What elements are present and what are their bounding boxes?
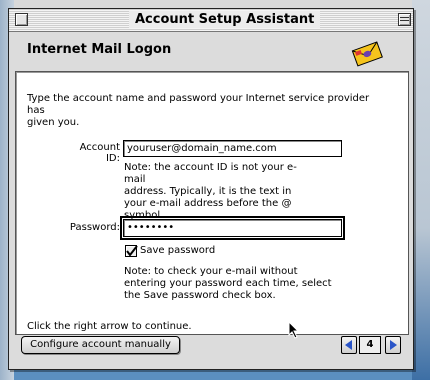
intro-text: Type the account name and password your … — [27, 93, 370, 128]
password-field[interactable]: •••••••• — [120, 216, 345, 240]
save-password-checkbox[interactable] — [125, 245, 138, 257]
previous-arrow-icon[interactable] — [341, 336, 357, 354]
window-title: Account Setup Assistant — [129, 11, 321, 28]
continue-instruction: Click the right arrow to continue. — [27, 321, 192, 332]
page-navigation: 4 — [341, 336, 401, 354]
setup-assistant-window: Account Setup Assistant Internet Mail Lo… — [8, 8, 414, 370]
next-arrow-icon[interactable] — [385, 336, 401, 354]
content-panel: Type the account name and password your … — [15, 71, 409, 335]
page-number: 4 — [359, 336, 381, 354]
mail-envelope-icon — [351, 41, 383, 67]
account-id-field[interactable]: youruser@domain_name.com — [123, 140, 342, 157]
title-bar[interactable]: Account Setup Assistant — [9, 9, 413, 32]
desktop-right — [412, 0, 430, 380]
checkmark-icon — [126, 245, 138, 257]
save-password-label[interactable]: Save password — [140, 245, 215, 257]
password-note: Note: to check your e-mail without enter… — [124, 266, 332, 301]
password-label: Password: — [69, 222, 120, 233]
close-box-icon[interactable] — [15, 13, 28, 26]
page-header: Internet Mail Logon — [13, 32, 409, 72]
mouse-pointer-icon — [288, 321, 300, 339]
collapse-box-icon[interactable] — [398, 13, 411, 26]
page-title: Internet Mail Logon — [27, 42, 172, 57]
configure-manually-button[interactable]: Configure account manually — [21, 336, 180, 354]
account-id-label: Account ID: — [79, 142, 120, 164]
account-note: Note: the account ID is not your e-mail … — [124, 162, 297, 221]
